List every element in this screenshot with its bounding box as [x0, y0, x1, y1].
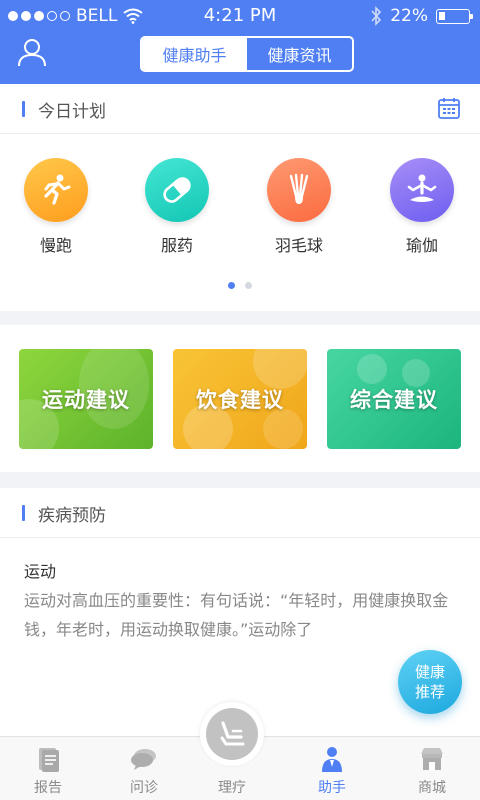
pager-dot[interactable]	[245, 282, 252, 289]
battery-percent: 22%	[390, 6, 428, 26]
exercise-advice-tile[interactable]: 运动建议	[19, 349, 153, 449]
report-icon	[39, 748, 59, 772]
calendar-icon[interactable]	[437, 96, 461, 120]
battery-icon	[436, 8, 473, 24]
section-marker	[22, 505, 25, 521]
tab-health-assistant[interactable]: 健康助手	[142, 38, 247, 70]
plan-item-jogging[interactable]: 慢跑	[16, 158, 96, 256]
status-bar: BELL 4:21 PM 22%	[0, 0, 480, 32]
assistant-icon	[322, 747, 342, 772]
section-marker	[22, 101, 25, 117]
advice-panel: 运动建议 饮食建议 综合建议	[0, 325, 480, 472]
massage-chair-icon	[206, 708, 258, 760]
disease-prevention-header: 疾病预防	[0, 488, 480, 538]
chat-icon	[131, 749, 156, 770]
plan-item-label: 瑜伽	[405, 236, 438, 255]
diet-advice-tile[interactable]: 饮食建议	[173, 349, 307, 449]
plan-item-label: 慢跑	[39, 236, 72, 255]
health-recommend-button[interactable]: 健康 推荐	[398, 650, 462, 714]
general-advice-tile[interactable]: 综合建议	[327, 349, 461, 449]
running-icon	[24, 158, 88, 222]
tab-label: 报告	[34, 780, 62, 796]
tab-shop[interactable]: 商城	[384, 737, 480, 800]
fab-label-line1: 健康	[414, 663, 445, 681]
general-advice-label: 综合建议	[350, 388, 438, 412]
article-body[interactable]: 运动对高血压的重要性：有句话说：“年轻时，用健康换取金钱，年老时，用运动换取健康…	[24, 586, 460, 644]
shuttlecock-icon	[267, 158, 331, 222]
plan-item-label: 服药	[160, 236, 193, 255]
yoga-icon	[390, 158, 454, 222]
plan-item-medication[interactable]: 服药	[137, 158, 217, 256]
app-header: BELL 4:21 PM 22% 健康助手 健康资讯	[0, 0, 480, 84]
tab-label: 商城	[418, 780, 446, 796]
exercise-advice-label: 运动建议	[42, 388, 130, 412]
pager-dot-active[interactable]	[228, 282, 235, 289]
tab-assistant[interactable]: 助手	[284, 737, 380, 800]
today-plan-title: 今日计划	[38, 102, 106, 122]
tab-label: 助手	[318, 780, 346, 796]
tab-report[interactable]: 报告	[0, 737, 96, 800]
user-profile-button[interactable]	[16, 36, 48, 68]
plan-pager[interactable]	[0, 282, 480, 289]
plan-item-label: 羽毛球	[274, 236, 323, 255]
pill-icon	[145, 158, 209, 222]
user-icon	[18, 39, 46, 67]
disease-prevention-title: 疾病预防	[38, 506, 106, 526]
tab-health-news[interactable]: 健康资讯	[247, 38, 352, 70]
tab-consultation[interactable]: 问诊	[96, 737, 192, 800]
shop-icon	[421, 748, 443, 770]
plan-item-badminton[interactable]: 羽毛球	[259, 158, 339, 256]
article-title[interactable]: 运动	[24, 558, 56, 582]
bluetooth-icon	[371, 6, 382, 26]
diet-advice-label: 饮食建议	[196, 388, 284, 412]
plan-item-yoga[interactable]: 瑜伽	[382, 158, 462, 256]
fab-label-line2: 推荐	[414, 683, 445, 701]
tab-label: 问诊	[130, 780, 158, 796]
tab-label: 理疗	[218, 780, 246, 796]
segment-control: 健康助手 健康资讯	[140, 36, 354, 72]
app-screen: BELL 4:21 PM 22% 健康助手 健康资讯 今日计划 慢跑 服药 羽毛…	[0, 0, 480, 800]
today-plan-header: 今日计划	[0, 84, 480, 134]
plan-items: 慢跑 服药 羽毛球 瑜伽	[0, 158, 480, 258]
therapy-center-button[interactable]	[200, 702, 264, 766]
